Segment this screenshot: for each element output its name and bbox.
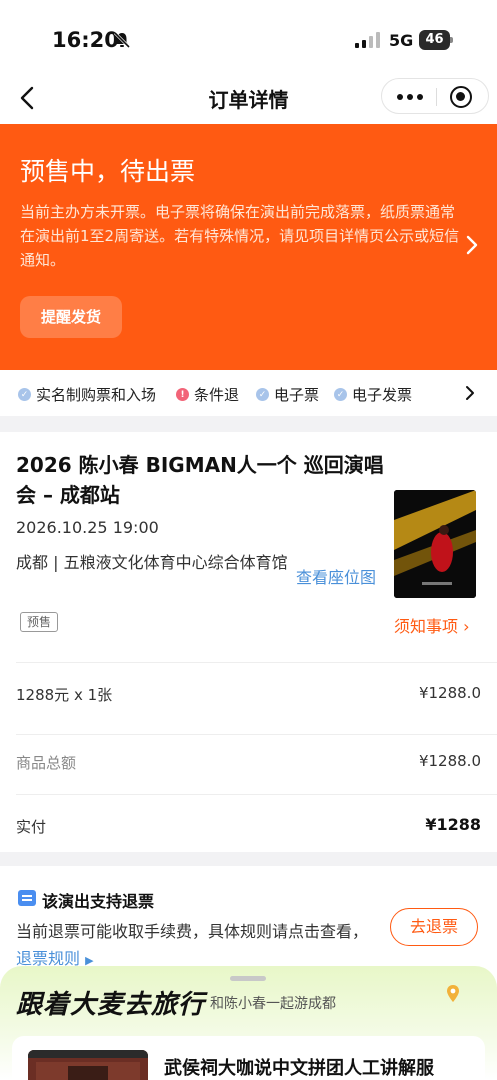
order-status-description: 当前主办方未开票。电子票将确保在演出前完成落票，纸质票通常在演出前1至2周寄送。… — [20, 203, 460, 269]
battery-level: 46 — [419, 30, 450, 50]
ticket-icon — [18, 890, 36, 906]
order-status-banner[interactable]: 预售中，待出票 当前主办方未开票。电子票将确保在演出前完成落票，纸质票通常在演出… — [0, 124, 497, 370]
promo-product-title: 武侯祠大咖说中文拼团人工讲解服 — [164, 1058, 434, 1079]
divider — [16, 794, 497, 795]
paid-amount: ¥1288 — [425, 815, 481, 834]
check-circle-icon: ✓ — [334, 388, 347, 401]
network-label: 5G — [389, 31, 414, 50]
status-bar: 16:20 5G 46 — [0, 0, 497, 80]
service-features-row[interactable]: ✓ 实名制购票和入场 ! 条件退 ✓ 电子票 ✓ 电子发票 — [0, 370, 497, 416]
promo-logo: 跟着大麦去旅行 — [16, 990, 206, 1020]
chevron-right-icon[interactable] — [465, 234, 479, 256]
promo-product-image — [28, 1050, 148, 1080]
subtotal-label: 商品总额 — [16, 754, 77, 772]
feature-label: 实名制购票和入场 — [36, 386, 157, 404]
feature-e-invoice: ✓ 电子发票 — [334, 384, 412, 405]
promo-product-card[interactable]: 武侯祠大咖说中文拼团人工讲解服 — [12, 1036, 485, 1080]
nav-bar: 订单详情 — [0, 72, 497, 124]
order-status-title: 预售中，待出票 — [20, 157, 196, 186]
location-pin-icon — [447, 985, 459, 1002]
ticket-price-line: 1288元 x 1张 — [16, 686, 113, 704]
divider — [16, 734, 497, 735]
promo-subtitle: 和陈小春一起游成都 — [210, 996, 336, 1012]
feature-e-ticket: ✓ 电子票 — [256, 384, 319, 405]
feature-label: 条件退 — [194, 386, 240, 404]
paid-label: 实付 — [16, 818, 47, 836]
refund-title: 该演出支持退票 — [42, 892, 155, 911]
show-title[interactable]: 2026 陈小春 BIGMAN人一个 巡回演唱会 – 成都站 — [16, 450, 396, 510]
travel-promo-panel[interactable]: 跟着大麦去旅行 和陈小春一起游成都 武侯祠大咖说中文拼团人工讲解服 — [0, 966, 497, 1080]
view-seat-map-link[interactable]: 查看座位图 — [296, 564, 376, 588]
ticket-price-amount: ¥1288.0 — [418, 684, 481, 702]
battery-icon: 46 — [419, 30, 453, 50]
signal-icon — [355, 32, 380, 48]
check-circle-icon: ✓ — [256, 388, 269, 401]
show-poster-image[interactable] — [394, 490, 476, 598]
refund-description-text: 当前退票可能收取手续费，具体规则请点击查看， — [16, 922, 369, 941]
order-card: 2026 陈小春 BIGMAN人一个 巡回演唱会 – 成都站 2026.10.2… — [0, 432, 497, 852]
feature-real-name: ✓ 实名制购票和入场 — [18, 384, 156, 405]
check-circle-icon: ✓ — [18, 388, 31, 401]
status-time: 16:20 — [52, 28, 119, 52]
mini-program-capsule — [381, 78, 489, 114]
remind-shipping-button[interactable]: 提醒发货 — [20, 296, 122, 338]
subtotal-amount: ¥1288.0 — [418, 752, 481, 770]
divider — [16, 662, 497, 663]
drag-handle[interactable] — [230, 976, 266, 981]
alert-circle-icon: ! — [176, 388, 189, 401]
close-target-icon[interactable] — [450, 86, 472, 108]
presale-badge: 预售 — [20, 612, 59, 632]
go-refund-button[interactable]: 去退票 — [390, 908, 478, 946]
feature-conditional-refund: ! 条件退 — [176, 384, 239, 405]
chevron-right-icon[interactable] — [465, 385, 475, 401]
show-datetime: 2026.10.25 19:00 — [16, 518, 159, 537]
more-icon[interactable] — [390, 83, 430, 111]
bell-muted-icon — [113, 31, 131, 49]
notice-link[interactable]: 须知事项 › — [394, 613, 470, 637]
show-venue: 成都 | 五粮液文化体育中心综合体育馆 — [16, 553, 288, 572]
notice-link-label: 须知事项 — [394, 617, 459, 636]
chevron-right-icon: › — [463, 617, 470, 636]
feature-label: 电子发票 — [352, 386, 413, 404]
feature-label: 电子票 — [274, 386, 320, 404]
